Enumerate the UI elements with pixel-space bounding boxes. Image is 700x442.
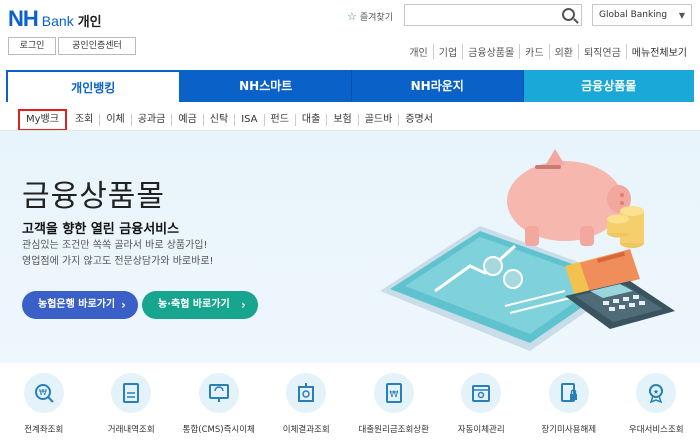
hero-desc-line: 관심있는 조건만 쏙쏙 골라서 바로 상품가입!: [22, 240, 208, 251]
subtab-deposit[interactable]: 예금: [171, 114, 202, 126]
star-icon: ☆: [347, 10, 357, 23]
quick-menu-item[interactable]: 거래내역조회: [88, 373, 176, 442]
quick-menu-label: 거래내역조회: [107, 425, 155, 435]
subtab-insurance[interactable]: 보험: [326, 114, 357, 126]
document-nh-icon: [111, 373, 152, 413]
hero-desc-line: 영업점에 가지 않고도 전문상담가와 바로바로!: [22, 256, 214, 267]
top-nav-item[interactable]: 금융상품몰: [462, 44, 519, 59]
login-button[interactable]: 로그인: [8, 37, 56, 55]
global-banking-label: Global Banking: [599, 10, 668, 20]
subtab-isa[interactable]: ISA: [234, 114, 263, 126]
quick-menu-item[interactable]: ★ 우대서비스조회: [613, 373, 700, 442]
quick-menu-label: 통합(CMS)즉시이체: [182, 425, 255, 435]
tab-nh-lounge[interactable]: NH라운지: [352, 70, 524, 102]
quick-menu-item[interactable]: 장기미사용해제: [525, 373, 613, 442]
tab-personal-banking[interactable]: 개인뱅킹: [6, 70, 181, 102]
favorites-label: 즐겨찾기: [359, 13, 393, 23]
top-nav-item[interactable]: 퇴직연금: [577, 44, 626, 59]
transfer-result-icon: [286, 373, 327, 413]
top-nav-item[interactable]: 외환: [548, 44, 578, 59]
svg-text:₩: ₩: [389, 390, 398, 400]
sub-tabs: My뱅크 조회 이체 공과금 예금 신탁 ISA 펀드 대출 보험 골드바 증명…: [18, 109, 439, 131]
search-input[interactable]: [405, 7, 555, 28]
hero-banner: 금융상품몰 고객을 향한 열린 금융서비스 관심있는 조건만 쏙쏙 골라서 바로…: [0, 131, 700, 363]
top-nav-item[interactable]: 개인: [404, 44, 432, 59]
nh-bank-shortcut-label: 농협은행 바로가기: [38, 299, 116, 310]
tab-financial-mall[interactable]: 금융상품몰: [523, 70, 694, 102]
subtab-loan[interactable]: 대출: [294, 114, 326, 126]
hero-title: 금융상품몰: [22, 179, 165, 214]
quick-menu-item[interactable]: ₩ 대출원리금조회상환: [350, 373, 438, 442]
svg-text:₩: ₩: [39, 388, 47, 397]
quick-menu-item[interactable]: 통합(CMS)즉시이체: [175, 373, 263, 442]
logo-bank: Bank: [41, 13, 74, 29]
quick-menu-label: 장기미사용해제: [541, 425, 597, 435]
top-nav: 개인 기업 금융상품몰 카드 외환 퇴직연금 메뉴전체보기: [404, 44, 692, 59]
medal-icon: ★: [636, 373, 677, 413]
quick-menu-label: 이체결과조회: [282, 425, 330, 435]
global-banking-select[interactable]: Global Banking ▼: [592, 4, 692, 26]
subtab-utility-bill[interactable]: 공과금: [130, 114, 172, 126]
nh-bank-logo[interactable]: NH Bank 개인: [8, 6, 102, 32]
quick-menu-item[interactable]: ₩ 전계좌조회: [0, 373, 88, 442]
hero-subtitle: 고객을 향한 열린 금융서비스: [22, 222, 180, 237]
main-tabs: 개인뱅킹 NH스마트 NH라운지 금융상품몰: [6, 70, 694, 102]
top-nav-item[interactable]: 카드: [519, 44, 548, 59]
subtab-my-bank[interactable]: My뱅크: [18, 109, 67, 131]
quick-menu-label: 자동이체관리: [457, 425, 505, 435]
top-nav-item[interactable]: 기업: [432, 44, 462, 59]
chevron-right-icon: ›: [121, 298, 126, 312]
certificate-center-button[interactable]: 공인인증센터: [58, 37, 136, 55]
quick-menu-item[interactable]: 자동이체관리: [438, 373, 526, 442]
subtab-fund[interactable]: 펀드: [263, 114, 295, 126]
subtab-gold-bar[interactable]: 골드바: [357, 114, 399, 126]
search-box: [404, 4, 582, 28]
logo-personal: 개인: [77, 15, 102, 30]
coop-shortcut-label: 농·축협 바로가기: [158, 299, 230, 310]
calendar-gear-icon: [461, 373, 502, 413]
loan-document-icon: ₩: [373, 373, 414, 413]
quick-menu-item[interactable]: 이체결과조회: [263, 373, 351, 442]
subtab-certificate[interactable]: 증명서: [398, 114, 439, 126]
document-lock-icon: [548, 373, 589, 413]
coop-shortcut-button[interactable]: 농·축협 바로가기 ›: [142, 291, 258, 319]
menu-all-link[interactable]: 메뉴전체보기: [625, 44, 692, 59]
hero-description: 관심있는 조건만 쏙쏙 골라서 바로 상품가입! 영업점에 가지 않고도 전문상…: [22, 238, 214, 270]
subtab-trust[interactable]: 신탁: [202, 114, 234, 126]
favorites-link[interactable]: ☆ 즐겨찾기: [347, 10, 393, 23]
won-magnifier-icon: ₩: [23, 373, 64, 413]
quick-menu: ₩ 전계좌조회 거래내역조회 통합(CMS)즉시이체 이체결과조회 ₩ 대출원리…: [0, 373, 700, 442]
tab-nh-smart[interactable]: NH스마트: [180, 70, 352, 102]
chevron-down-icon: ▼: [678, 11, 685, 20]
search-icon[interactable]: [562, 8, 575, 21]
svg-text:★: ★: [653, 388, 659, 396]
logo-nh: NH: [8, 6, 39, 31]
hero-illustration: [380, 149, 675, 351]
nh-bank-shortcut-button[interactable]: 농협은행 바로가기 ›: [22, 291, 138, 319]
quick-menu-label: 대출원리금조회상환: [358, 425, 429, 435]
chevron-right-icon: ›: [241, 298, 246, 312]
quick-menu-label: 우대서비스조회: [628, 425, 684, 435]
quick-menu-label: 전계좌조회: [24, 425, 64, 435]
transfer-monitor-icon: [198, 373, 239, 413]
subtab-transfer[interactable]: 이체: [99, 114, 130, 126]
subtab-inquiry[interactable]: 조회: [69, 114, 99, 126]
